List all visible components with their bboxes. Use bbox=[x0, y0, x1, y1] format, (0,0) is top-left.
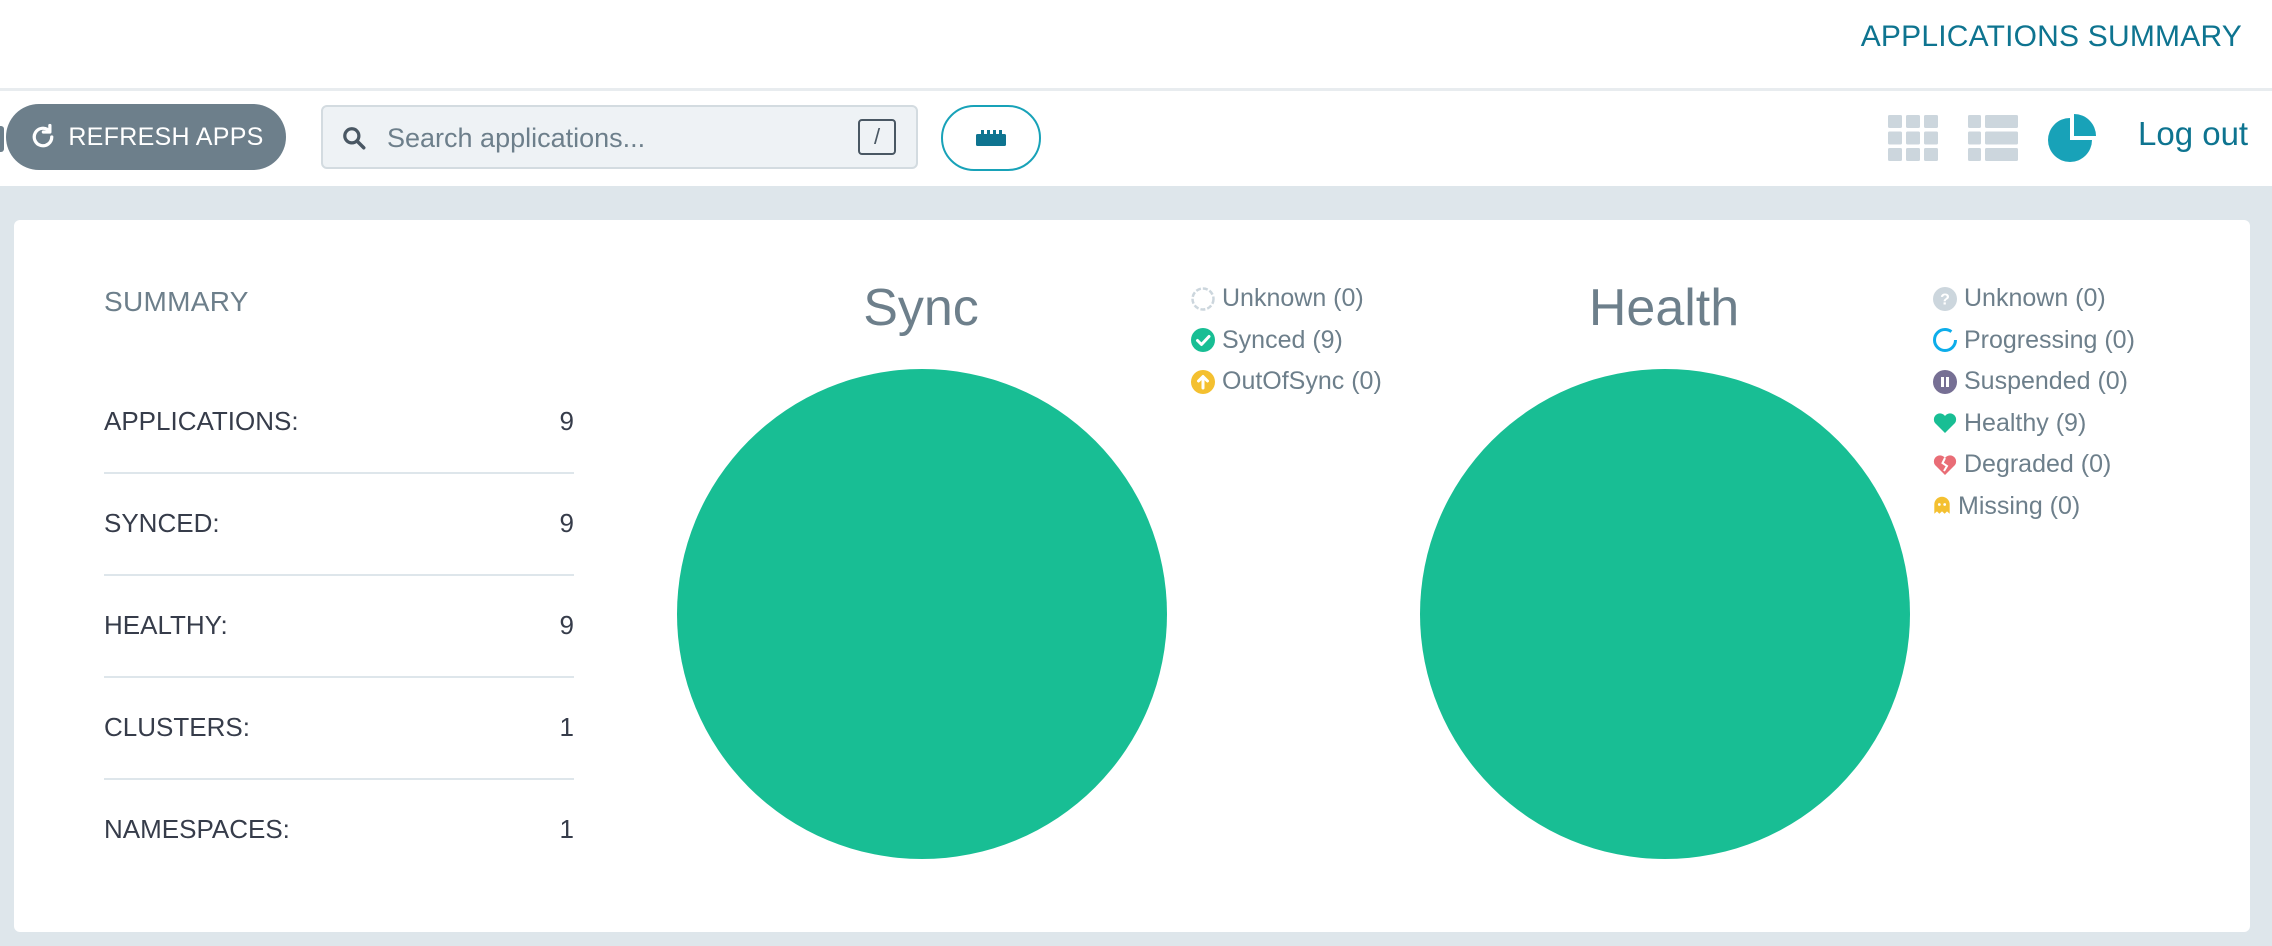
legend-label: Unknown (0) bbox=[1222, 284, 1364, 313]
health-pie-chart bbox=[1420, 369, 1910, 859]
pie-slice-synced[interactable] bbox=[677, 369, 1167, 859]
stat-row-applications: APPLICATIONS: 9 bbox=[104, 372, 574, 474]
pause-circle-icon bbox=[1933, 369, 1957, 394]
tiles-view-icon[interactable] bbox=[1888, 115, 1938, 161]
check-circle-icon bbox=[1191, 328, 1215, 353]
health-chart-title: Health bbox=[1588, 279, 1740, 337]
ghost-icon bbox=[1934, 497, 1950, 514]
health-legend-degraded: Degraded (0) bbox=[1932, 444, 2135, 486]
content-area: SUMMARY APPLICATIONS: 9 SYNCED: 9 HEALTH… bbox=[0, 188, 2272, 946]
toolbar: REFRESH APPS / bbox=[0, 91, 2272, 188]
stat-label: APPLICATIONS: bbox=[104, 406, 299, 436]
legend-label: Synced (9) bbox=[1222, 325, 1343, 354]
refresh-apps-label: REFRESH APPS bbox=[68, 122, 264, 151]
progress-ring-icon bbox=[1933, 328, 1957, 353]
filter-button[interactable] bbox=[941, 105, 1041, 171]
filter-ruler-icon bbox=[976, 130, 1006, 146]
refresh-icon bbox=[33, 123, 54, 148]
summary-pie-icon[interactable] bbox=[2046, 112, 2100, 164]
search-shortcut-key: / bbox=[858, 119, 896, 155]
stat-row-clusters: CLUSTERS: 1 bbox=[104, 678, 574, 780]
legend-label: Missing (0) bbox=[1958, 491, 2081, 520]
sync-chart-title: Sync bbox=[863, 279, 979, 337]
legend-label: Progressing (0) bbox=[1964, 325, 2135, 354]
stat-value: 9 bbox=[559, 508, 574, 538]
stat-label: SYNCED: bbox=[104, 508, 220, 538]
stat-value: 1 bbox=[559, 814, 574, 844]
summary-panel: SUMMARY APPLICATIONS: 9 SYNCED: 9 HEALTH… bbox=[14, 220, 2250, 932]
health-legend-healthy: Healthy (9) bbox=[1932, 403, 2135, 445]
top-bar: APPLICATIONS SUMMARY bbox=[0, 0, 2272, 91]
stat-value: 9 bbox=[559, 406, 574, 436]
left-edge-handle bbox=[0, 126, 4, 152]
search-box[interactable]: / bbox=[321, 105, 918, 169]
legend-label: Degraded (0) bbox=[1964, 450, 2112, 479]
health-legend-unknown: ? Unknown (0) bbox=[1932, 278, 2135, 320]
stat-label: CLUSTERS: bbox=[104, 712, 250, 742]
stat-row-healthy: HEALTHY: 9 bbox=[104, 576, 574, 678]
sync-legend-outofsync: OutOfSync (0) bbox=[1190, 361, 1382, 403]
unknown-circle-icon bbox=[1191, 287, 1215, 311]
arrow-up-circle-icon bbox=[1191, 369, 1215, 394]
sync-legend: Unknown (0) Synced (9) OutOfSync (0) bbox=[1190, 278, 1382, 403]
stat-row-namespaces: NAMESPACES: 1 bbox=[104, 780, 574, 882]
broken-heart-icon bbox=[1933, 455, 1957, 475]
stat-value: 9 bbox=[559, 610, 574, 640]
summary-title: SUMMARY bbox=[104, 286, 249, 317]
health-legend: ? Unknown (0) Progressing (0) Suspended … bbox=[1932, 278, 2135, 527]
heart-icon bbox=[1933, 413, 1957, 434]
legend-label: Healthy (9) bbox=[1964, 408, 2087, 437]
logout-link[interactable]: Log out bbox=[2138, 115, 2248, 153]
legend-label: Suspended (0) bbox=[1964, 367, 2129, 396]
search-input[interactable] bbox=[385, 117, 829, 159]
health-legend-missing: Missing (0) bbox=[1932, 486, 2135, 528]
svg-text:?: ? bbox=[1940, 291, 1950, 308]
legend-label: OutOfSync (0) bbox=[1222, 367, 1382, 396]
sync-legend-synced: Synced (9) bbox=[1190, 320, 1382, 362]
pie-slice-healthy[interactable] bbox=[1420, 369, 1910, 859]
sync-pie-chart bbox=[677, 369, 1167, 859]
stat-label: HEALTHY: bbox=[104, 610, 228, 640]
sync-legend-unknown: Unknown (0) bbox=[1190, 278, 1382, 320]
question-circle-icon: ? bbox=[1933, 286, 1957, 311]
stat-row-synced: SYNCED: 9 bbox=[104, 474, 574, 576]
search-icon bbox=[343, 127, 366, 150]
list-view-icon[interactable] bbox=[1968, 115, 2018, 161]
legend-label: Unknown (0) bbox=[1964, 284, 2106, 313]
stat-label: NAMESPACES: bbox=[104, 814, 290, 844]
stat-value: 1 bbox=[559, 712, 574, 742]
health-legend-suspended: Suspended (0) bbox=[1932, 361, 2135, 403]
refresh-apps-button[interactable]: REFRESH APPS bbox=[6, 104, 286, 170]
health-legend-progressing: Progressing (0) bbox=[1932, 320, 2135, 362]
page-title: APPLICATIONS SUMMARY bbox=[1860, 20, 2242, 53]
